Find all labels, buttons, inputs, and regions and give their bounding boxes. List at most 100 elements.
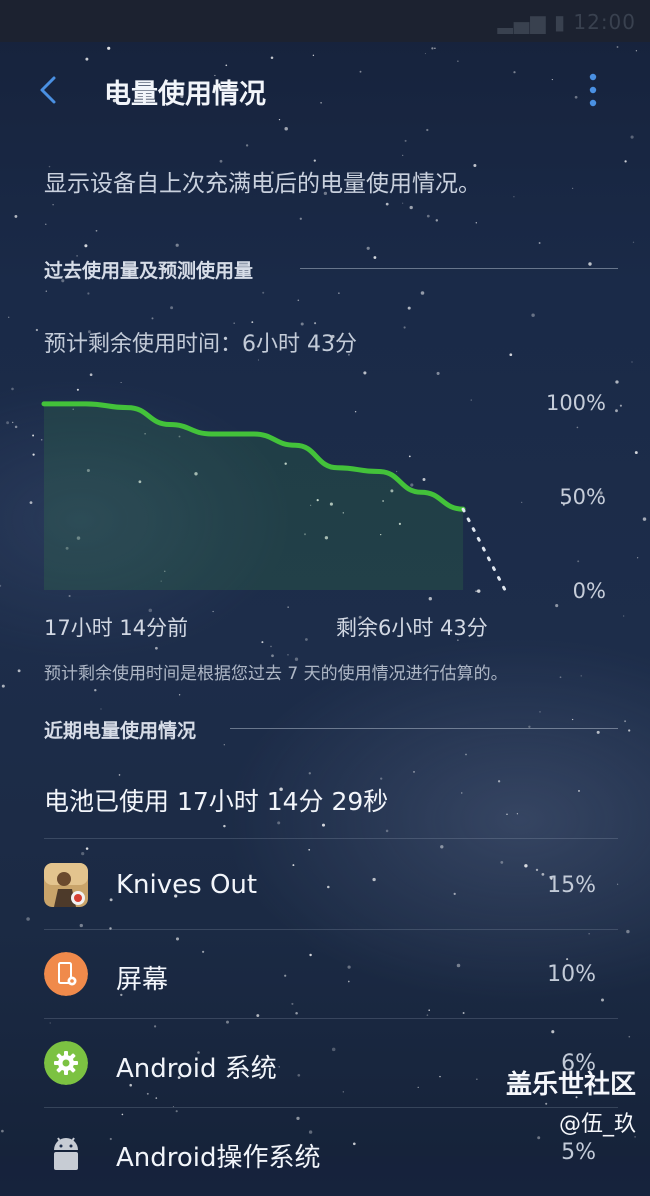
star (420, 291, 425, 295)
star (29, 501, 33, 504)
star (233, 322, 236, 325)
app-row-android-os[interactable]: Android操作系统 5% (0, 1108, 650, 1196)
star (52, 204, 54, 206)
star (89, 373, 93, 377)
star (8, 316, 10, 318)
app-name: Knives Out (116, 870, 258, 900)
y-tick-label: 50% (559, 485, 606, 509)
star (95, 229, 98, 232)
watermark-community: 盖乐世社区 (505, 1070, 636, 1100)
description-text: 显示设备自上次充满电后的电量使用情况。 (44, 171, 481, 197)
star (297, 299, 300, 302)
star (287, 654, 289, 656)
star (634, 451, 638, 455)
star (385, 202, 389, 206)
star (314, 322, 317, 325)
star (506, 813, 508, 816)
app-row-screen[interactable]: 屏幕 10% (0, 930, 650, 1018)
star (45, 223, 47, 225)
star (151, 317, 154, 320)
star (305, 638, 308, 641)
star (404, 139, 407, 142)
star (299, 217, 302, 220)
recent-section-header: 近期电量使用情况 (44, 716, 618, 746)
star (509, 353, 513, 357)
star (637, 557, 639, 559)
x-start-label: 17小时 14分前 (44, 616, 189, 640)
star (94, 689, 97, 692)
star (87, 292, 90, 295)
star (257, 359, 259, 361)
status-bar: ▂▄▆ ▮ 12:00 (0, 0, 650, 42)
star (170, 306, 174, 310)
star (175, 243, 179, 247)
star (402, 202, 404, 204)
star (380, 777, 383, 780)
star (12, 421, 14, 424)
battery-used-text: 电池已使用 17小时 14分 29秒 (44, 787, 389, 816)
star (100, 708, 102, 710)
app-percent: 5% (561, 1140, 596, 1165)
app-percent: 10% (547, 962, 596, 987)
star (14, 425, 18, 429)
app-bar: 电量使用情况 (0, 44, 650, 134)
star (17, 669, 21, 673)
star (513, 195, 515, 198)
star (271, 654, 274, 658)
star (212, 610, 214, 613)
battery-usage-chart: 100% 50% 0% (41, 391, 606, 603)
watermark-author: @伍_玖 (558, 1112, 636, 1137)
star (262, 291, 265, 294)
star (14, 214, 18, 218)
star (35, 328, 39, 332)
app-row-knives-out[interactable]: Knives Out 15% (0, 841, 650, 929)
section-divider (300, 268, 618, 269)
star (623, 615, 625, 617)
star (308, 772, 311, 775)
star (363, 371, 367, 375)
star (155, 646, 158, 650)
star (409, 205, 413, 210)
star (497, 780, 501, 783)
star (32, 453, 35, 456)
star (642, 517, 647, 521)
star (178, 694, 181, 696)
back-arrow-icon[interactable] (34, 72, 70, 108)
star (0, 584, 2, 587)
star (426, 214, 430, 218)
star (559, 676, 562, 679)
star (277, 821, 281, 825)
star (407, 306, 411, 310)
star (461, 792, 463, 794)
game-app-icon (44, 863, 88, 907)
more-options-icon[interactable] (580, 70, 606, 110)
star (413, 771, 415, 773)
x-end-label: 剩余6小时 43分 (336, 616, 488, 640)
star (223, 824, 226, 828)
star (436, 371, 440, 375)
screen-icon (44, 952, 88, 996)
android-icon (54, 1137, 78, 1170)
app-name: 屏幕 (116, 965, 169, 995)
star (624, 160, 627, 163)
star (245, 144, 249, 147)
star (313, 159, 316, 162)
star (578, 789, 580, 792)
star (516, 813, 519, 815)
star (403, 326, 406, 329)
star (45, 290, 47, 292)
star (580, 675, 582, 677)
star (261, 641, 264, 644)
star (32, 434, 35, 437)
history-section-header: 过去使用量及预测使用量 (44, 256, 618, 286)
recent-section-label: 近期电量使用情况 (44, 720, 197, 742)
star (624, 720, 627, 723)
star (631, 361, 633, 363)
star (338, 292, 340, 294)
section-divider (230, 728, 618, 729)
star (402, 154, 404, 157)
star (632, 241, 635, 243)
predicted-line (461, 507, 507, 592)
star (11, 387, 14, 391)
star (321, 823, 326, 827)
